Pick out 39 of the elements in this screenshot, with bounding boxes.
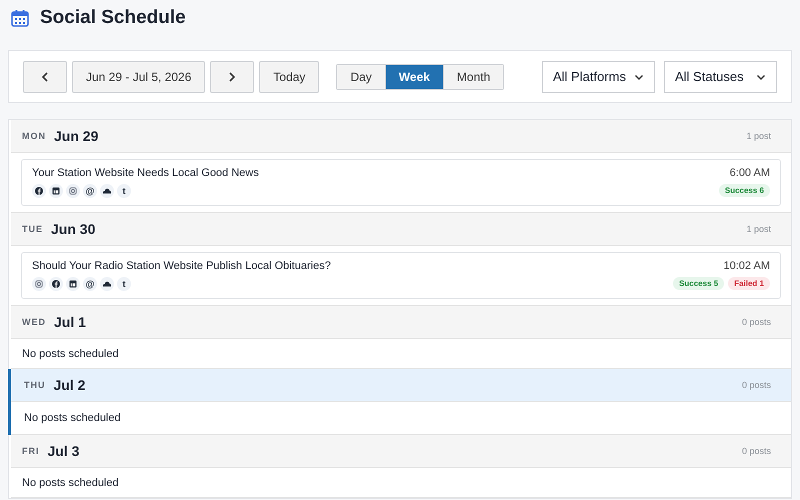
- date-label: Jul 2: [54, 377, 86, 393]
- post-time: 6:00 AM: [730, 167, 770, 179]
- success-badge: Success 5: [673, 277, 724, 290]
- date-label: Jul 3: [48, 443, 80, 459]
- weekday-label: THU: [24, 380, 46, 390]
- post-card[interactable]: Your Station Website Needs Local Good News @ t 6:00 AM Success 6: [21, 159, 781, 206]
- view-tab[interactable]: Day: [337, 64, 385, 88]
- post-count: 0 posts: [742, 317, 771, 327]
- at-sign-icon: @: [83, 184, 97, 198]
- at-sign-icon: @: [83, 277, 97, 291]
- date-label: Jun 29: [54, 128, 98, 144]
- today-button[interactable]: Today: [259, 60, 320, 92]
- empty-message: No posts scheduled: [23, 411, 122, 426]
- success-badge: Success 6: [718, 184, 770, 197]
- weekday-label: FRI: [22, 446, 40, 456]
- post-title: Your Station Website Needs Local Good News: [32, 167, 259, 179]
- post-count: 0 posts: [742, 380, 771, 390]
- view-tab[interactable]: Week: [384, 64, 443, 88]
- failed-badge: Failed 1: [728, 277, 770, 290]
- post-card[interactable]: Should Your Radio Station Website Publish Local Obituaries? @ t 10:02 AM Success 5 Failed 1: [21, 252, 781, 299]
- post-count: 0 posts: [742, 446, 771, 456]
- tumblr-icon: t: [117, 277, 131, 291]
- date-label: Jun 30: [51, 221, 96, 237]
- filter-dropdown[interactable]: All Statuses: [664, 60, 777, 92]
- empty-message: No posts scheduled: [21, 346, 120, 362]
- weekday-label: WED: [22, 317, 46, 327]
- date-range-button[interactable]: Jun 29 - Jul 5, 2026: [72, 60, 206, 92]
- weekday-label: MON: [22, 131, 46, 141]
- filter-dropdown[interactable]: All Platforms: [542, 60, 655, 92]
- empty-message: No posts scheduled: [21, 476, 120, 490]
- weekday-label: TUE: [22, 224, 43, 234]
- tumblr-icon: t: [117, 184, 131, 198]
- date-label: Jul 1: [54, 314, 86, 330]
- post-title: Should Your Radio Station Website Publish Local Obituaries?: [32, 260, 331, 272]
- post-count: 1 post: [746, 131, 771, 141]
- view-tab[interactable]: Month: [442, 64, 504, 88]
- post-time: 10:02 AM: [724, 260, 770, 272]
- post-count: 1 post: [746, 224, 771, 234]
- page-title: Social Schedule: [40, 7, 186, 29]
